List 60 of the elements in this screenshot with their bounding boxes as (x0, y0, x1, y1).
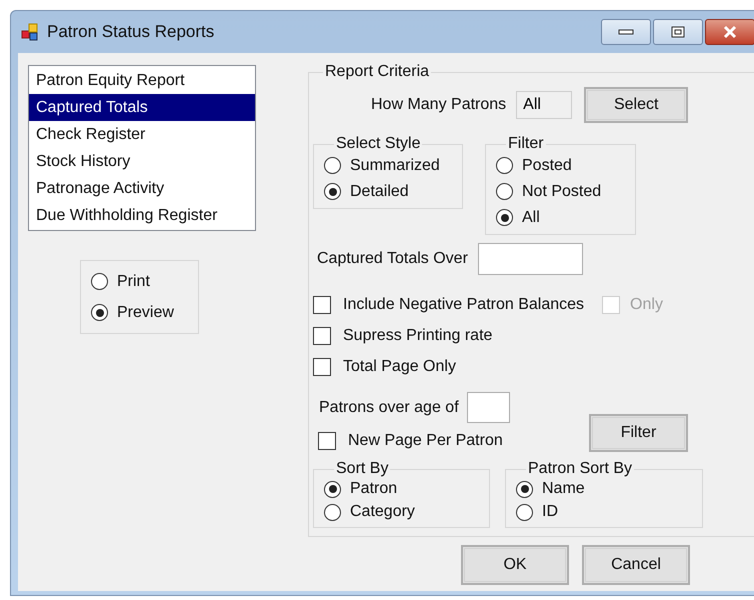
patrons-field[interactable]: All (516, 91, 572, 119)
window-title: Patron Status Reports (47, 22, 216, 42)
radio-button[interactable] (91, 304, 108, 321)
amount-field[interactable] (478, 243, 583, 275)
option-label: ID (542, 503, 558, 521)
option-label: Posted (522, 156, 572, 174)
group-title: Filter (507, 135, 545, 153)
minimize-icon (618, 29, 634, 35)
field-label: Patrons over age of (319, 398, 459, 416)
radio-button[interactable] (324, 183, 341, 200)
option-label: Category (350, 503, 415, 521)
radio-button[interactable] (516, 480, 533, 498)
maximize-icon (671, 26, 685, 38)
radio-button[interactable] (324, 504, 341, 520)
list-item[interactable]: Captured Totals (29, 94, 255, 121)
checkbox-label: Supress Printing rate (343, 326, 492, 344)
list-item[interactable]: Check Register (29, 121, 255, 148)
radio-button[interactable] (324, 157, 341, 174)
option-label: Name (542, 480, 585, 498)
filter-button[interactable]: Filter (589, 414, 688, 452)
radio-button[interactable] (324, 480, 341, 498)
minimize-button[interactable] (601, 19, 651, 45)
radio-button[interactable] (496, 183, 513, 200)
option-label: All (522, 208, 540, 226)
option-label: Print (117, 272, 150, 290)
group-title: Patron Sort By (527, 460, 634, 478)
maximize-button[interactable] (653, 19, 703, 45)
radio-button[interactable] (516, 504, 533, 520)
dialog-button[interactable]: OK (461, 545, 569, 585)
checkbox-label: Total Page Only (343, 358, 456, 376)
group-title: Sort By (335, 460, 390, 478)
field-label: How Many Patrons (371, 96, 506, 114)
checkbox-label: New Page Per Patron (348, 432, 503, 450)
option-label: Not Posted (522, 182, 602, 200)
checkbox-label: Only (630, 296, 663, 314)
checkbox-label: Include Negative Patron Balances (343, 296, 584, 314)
checkbox[interactable] (313, 326, 331, 344)
select-button[interactable]: Select (584, 87, 688, 123)
age-field[interactable] (466, 392, 510, 423)
option-label: Preview (117, 304, 174, 322)
close-button[interactable] (705, 19, 754, 45)
radio-button[interactable] (496, 157, 513, 174)
field-label: Captured Totals Over (317, 250, 468, 268)
list-item[interactable]: Patron Equity Report (29, 67, 255, 94)
checkbox[interactable] (313, 296, 331, 314)
radio-button[interactable] (91, 273, 108, 290)
list-item[interactable]: Patronage Activity (29, 175, 255, 202)
list-item[interactable]: Due Withholding Register (29, 202, 255, 229)
radio-button[interactable] (496, 209, 513, 226)
checkbox[interactable] (313, 358, 331, 376)
app-icon (21, 23, 39, 41)
list-item[interactable]: Stock History (29, 148, 255, 175)
group-title: Report Criteria (324, 63, 430, 81)
dialog-button[interactable]: Cancel (582, 545, 690, 585)
option-label: Patron (350, 480, 398, 498)
checkbox[interactable] (318, 432, 336, 450)
option-label: Summarized (350, 156, 440, 174)
group-title: Select Style (335, 135, 422, 153)
option-label: Detailed (350, 182, 409, 200)
close-icon (722, 25, 738, 39)
